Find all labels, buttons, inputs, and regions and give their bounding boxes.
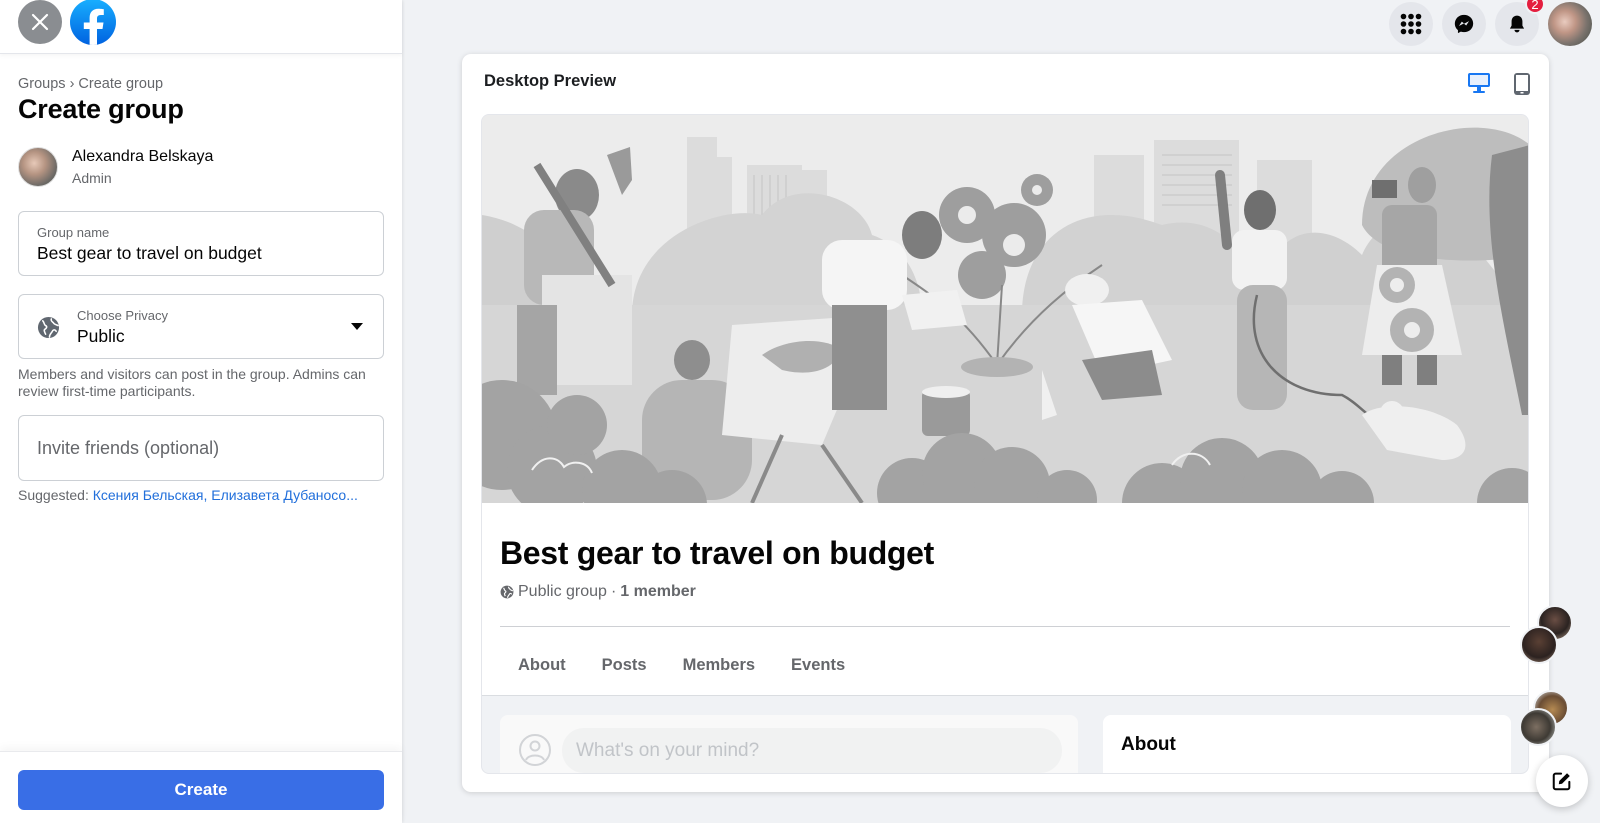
create-button[interactable]: Create	[18, 770, 384, 810]
invite-friends-field[interactable]	[18, 415, 384, 481]
admin-name: Alexandra Belskaya	[72, 148, 214, 165]
privacy-help-text: Members and visitors can post in the gro…	[18, 366, 366, 399]
privacy-label: Choose Privacy	[77, 308, 169, 323]
invite-friends-input[interactable]	[19, 416, 383, 480]
contact-avatar[interactable]	[1520, 626, 1558, 664]
messenger-button[interactable]	[1442, 2, 1486, 46]
tab-events[interactable]: Events	[773, 645, 863, 685]
group-meta: Public group · 1 member	[500, 583, 696, 601]
member-count: 1 member	[620, 583, 696, 600]
about-card: About	[1103, 715, 1511, 773]
preview-header: Desktop Preview	[462, 54, 1549, 110]
menu-button[interactable]	[1389, 2, 1433, 46]
breadcrumb[interactable]: Groups › Create group	[18, 76, 384, 92]
group-cover-illustration	[482, 115, 1528, 503]
group-admin: Alexandra Belskaya Admin	[18, 147, 384, 187]
composer-input[interactable]	[562, 728, 1062, 773]
group-privacy-text: Public group	[518, 583, 607, 600]
new-message-button[interactable]	[1536, 755, 1588, 807]
notifications-button[interactable]: 2	[1495, 0, 1545, 46]
close-icon	[31, 13, 49, 30]
notifications-bell-icon	[1509, 15, 1525, 33]
messenger-icon	[1454, 14, 1474, 34]
tab-about[interactable]: About	[500, 645, 584, 685]
meta-separator: ·	[610, 583, 617, 600]
admin-role: Admin	[72, 170, 112, 186]
privacy-value: Public	[77, 326, 125, 346]
menu-grid-icon	[1400, 13, 1422, 35]
mobile-preview-button[interactable]	[1513, 72, 1531, 96]
group-page-preview: Best gear to travel on budget Public gro…	[481, 114, 1529, 774]
preview-title: Desktop Preview	[484, 72, 617, 90]
post-composer	[500, 715, 1078, 773]
top-navigation: 2	[1389, 0, 1592, 46]
account-avatar[interactable]	[1548, 2, 1592, 46]
compose-edit-icon	[1552, 772, 1571, 791]
suggested-label: Suggested:	[18, 487, 89, 503]
suggested-friend-link[interactable]: Ксения Бельская,	[93, 487, 208, 503]
desktop-preview-card: Desktop Preview Best gear to travel on b…	[462, 54, 1549, 792]
privacy-select[interactable]: Choose Privacy Public	[18, 294, 384, 359]
mobile-phone-icon	[1514, 73, 1530, 95]
facebook-logo[interactable]	[70, 0, 116, 45]
group-name-label: Group name	[37, 225, 110, 240]
device-toggle	[1467, 72, 1531, 96]
close-button[interactable]	[18, 0, 62, 44]
about-card-title: About	[1121, 734, 1176, 755]
contact-avatar[interactable]	[1519, 708, 1557, 746]
page-title: Create group	[18, 94, 184, 124]
create-group-sidebar: Groups › Create group Create group Alexa…	[0, 0, 402, 823]
suggested-friend-link[interactable]: Елизавета Дубаносо...	[211, 487, 358, 503]
group-name-heading: Best gear to travel on budget	[500, 535, 935, 571]
suggested-friends: Suggested: Ксения Бельская, Елизавета Ду…	[18, 487, 384, 503]
header-divider	[500, 626, 1510, 627]
desktop-monitor-icon	[1468, 73, 1490, 93]
group-name-value[interactable]: Best gear to travel on budget	[37, 243, 262, 264]
dropdown-caret-icon	[351, 323, 363, 330]
tab-posts[interactable]: Posts	[584, 645, 665, 685]
sidebar-footer: Create	[0, 751, 402, 823]
facebook-f-icon	[83, 8, 104, 45]
group-header: Best gear to travel on budget Public gro…	[482, 503, 1528, 696]
desktop-preview-button[interactable]	[1467, 72, 1491, 96]
globe-icon	[37, 316, 60, 339]
group-tabs: About Posts Members Events	[500, 645, 863, 685]
notification-badge: 2	[1525, 0, 1545, 14]
tab-members[interactable]: Members	[665, 645, 773, 685]
group-name-field[interactable]: Group name Best gear to travel on budget	[18, 211, 384, 276]
sidebar-header	[0, 0, 402, 54]
avatar	[18, 147, 58, 187]
cover-illustration-art	[482, 115, 1528, 503]
user-placeholder-icon	[519, 734, 551, 766]
globe-icon	[500, 585, 514, 599]
